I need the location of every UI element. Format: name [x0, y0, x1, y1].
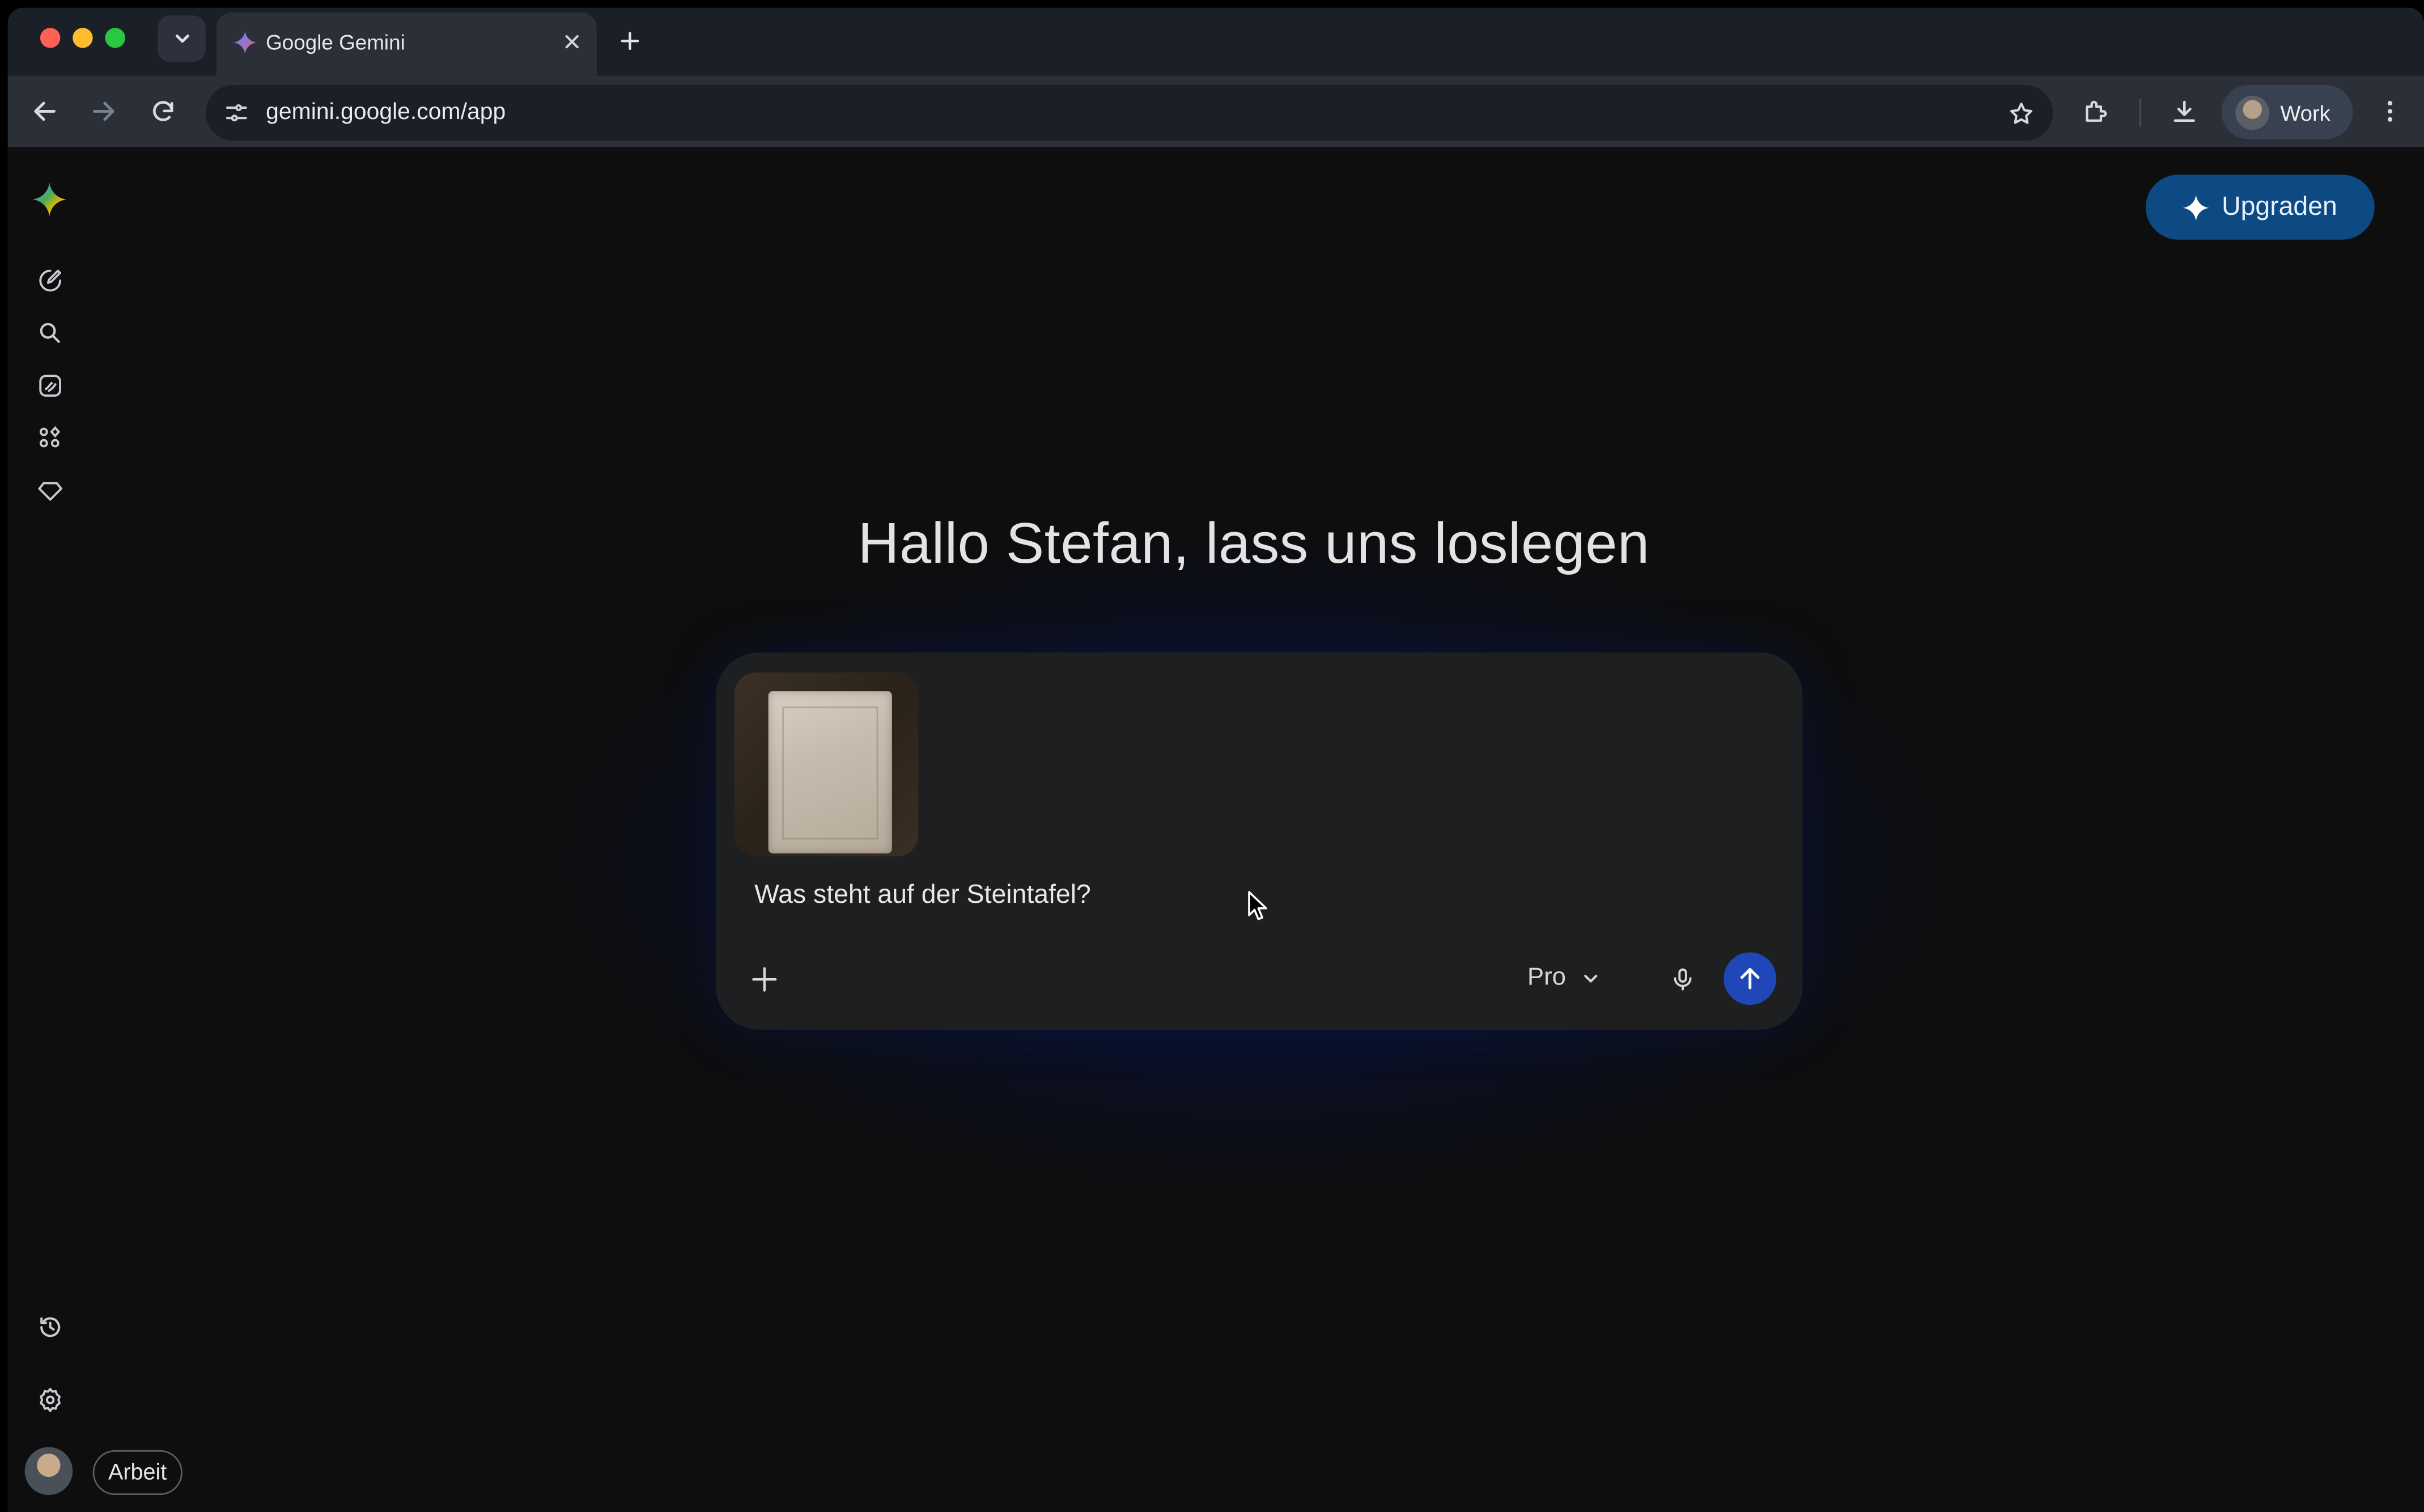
extensions-button[interactable] — [2079, 94, 2113, 128]
stone-tablet-engraving — [782, 706, 878, 840]
gemini-icon — [233, 31, 257, 54]
plus-icon — [751, 966, 776, 991]
maximize-window-button[interactable] — [105, 28, 125, 48]
address-bar[interactable]: gemini.google.com/app — [205, 85, 2053, 141]
greeting-heading: Hallo Stefan, lass uns loslegen — [857, 511, 1650, 575]
apps-icon[interactable] — [32, 421, 66, 455]
new-tab-button[interactable] — [614, 25, 645, 56]
reload-button[interactable] — [145, 94, 179, 128]
model-selector[interactable]: Pro — [1527, 960, 1602, 997]
profile-label: Work — [2280, 99, 2330, 125]
upgrade-label: Upgraden — [2222, 192, 2337, 222]
plus-icon — [620, 31, 639, 49]
url-text: gemini.google.com/app — [266, 99, 506, 125]
minimize-window-button[interactable] — [73, 28, 93, 48]
new-chat-icon[interactable] — [32, 263, 66, 297]
arrow-left-icon — [34, 101, 56, 121]
profile-button[interactable]: Work — [2221, 85, 2353, 139]
toolbar-divider — [2139, 99, 2141, 127]
tab-gemini[interactable]: Google Gemini — [216, 12, 597, 76]
reload-icon — [152, 100, 173, 121]
forward-button[interactable] — [87, 94, 121, 128]
tab-search-button[interactable] — [158, 15, 206, 62]
model-label: Pro — [1527, 965, 1566, 991]
avatar[interactable] — [24, 1447, 73, 1495]
back-button[interactable] — [28, 94, 62, 128]
stone-tablet-image — [768, 691, 892, 853]
bookmark-star-icon[interactable] — [2005, 97, 2036, 129]
gems-icon[interactable] — [32, 368, 66, 402]
history-icon[interactable] — [32, 1310, 66, 1344]
puzzle-icon — [2086, 100, 2107, 122]
microphone-button[interactable] — [1662, 958, 1702, 999]
upgrade-button[interactable]: Upgraden — [2146, 175, 2375, 240]
browser-window: Google Gemini gemini.google.com/app Work… — [7, 7, 2424, 1512]
microphone-icon — [1673, 967, 1691, 990]
tab-bar: Google Gemini — [7, 7, 2424, 76]
chevron-down-icon — [175, 35, 189, 43]
avatar — [2235, 95, 2270, 129]
mouse-cursor-icon — [1248, 891, 1267, 920]
close-window-button[interactable] — [40, 28, 61, 48]
gemini-app: Arbeit Upgraden Hallo Stefan, lass uns l… — [7, 148, 2424, 1512]
search-icon[interactable] — [32, 316, 66, 350]
more-vert-icon — [2387, 101, 2393, 122]
downloads-button[interactable] — [2167, 94, 2201, 128]
gemini-logo-icon[interactable] — [32, 182, 67, 216]
download-icon — [2173, 100, 2195, 122]
workspace-chip[interactable]: Arbeit — [92, 1450, 182, 1495]
tab-title: Google Gemini — [266, 31, 405, 54]
settings-icon[interactable] — [32, 1382, 66, 1416]
browser-toolbar: gemini.google.com/app Work — [7, 75, 2424, 148]
attached-image-thumbnail[interactable] — [734, 672, 919, 857]
arrow-right-icon — [92, 101, 114, 121]
browser-menu-button[interactable] — [2373, 94, 2407, 128]
prompt-input[interactable]: Was steht auf der Steintafel? — [754, 880, 1091, 911]
site-settings-icon[interactable] — [221, 97, 252, 129]
prompt-composer: Was steht auf der Steintafel? Pro — [715, 652, 1803, 1030]
close-icon[interactable] — [559, 29, 584, 54]
diamond-icon[interactable] — [32, 473, 66, 507]
send-button[interactable] — [1723, 952, 1777, 1005]
screen: Google Gemini gemini.google.com/app Work… — [0, 0, 2424, 1512]
arrow-up-icon — [1740, 968, 1760, 989]
add-attachment-button[interactable] — [744, 958, 784, 999]
sparkle-icon — [2183, 194, 2210, 220]
chevron-down-icon — [1584, 974, 1598, 983]
